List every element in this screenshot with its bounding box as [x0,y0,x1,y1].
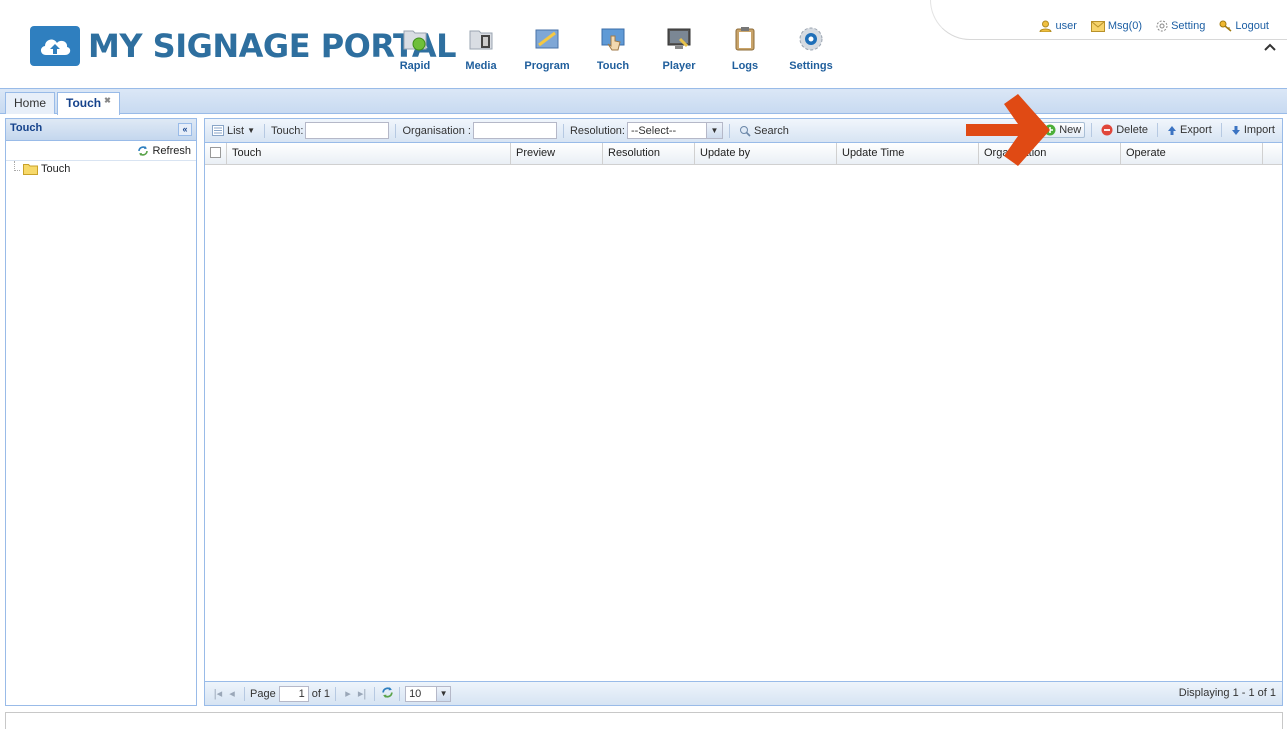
nav-logs[interactable]: Logs [712,24,778,72]
organisation-filter-label: Organisation : [402,124,471,137]
touch-icon [598,24,628,54]
pagination-bar: |◂ ◂ Page 1 of 1 ▸ ▸| 10 ▼ Displaying 1 … [205,681,1282,705]
nav-settings[interactable]: Settings [778,24,844,72]
nav-program[interactable]: Program [514,24,580,72]
column-header-update-by[interactable]: Update by [695,143,837,165]
toolbar-separator [1157,123,1159,137]
chevron-up-icon [1264,43,1276,51]
toolbar-separator [729,123,730,138]
page-size-select[interactable]: 10 ▼ [405,685,452,702]
last-page-icon[interactable]: ▸| [355,687,369,700]
touch-grid: List ▼ Touch: Organisation : Resolution:… [204,118,1283,706]
chevron-down-icon: ▼ [706,123,722,138]
toolbar-separator [562,123,564,138]
nav-player[interactable]: Player [646,24,712,72]
refresh-tree-button[interactable]: Refresh [6,141,196,161]
resolution-select[interactable]: --Select-- ▼ [627,122,723,139]
app-header: MY SIGNAGE PORTAL Rapid Media Program To… [0,0,1287,88]
pager-separator [374,686,376,701]
cloud-upload-icon [30,26,80,66]
toolbar-separator [1220,123,1222,137]
list-view-button[interactable]: List ▼ [209,124,258,138]
pager-separator [399,686,401,701]
mail-icon [1090,20,1105,32]
column-header-preview[interactable]: Preview [511,143,603,165]
toolbar-separator [1091,123,1093,137]
import-icon [1231,125,1240,135]
media-icon [466,24,496,54]
pager-separator [335,686,337,701]
refresh-page-icon[interactable] [380,686,394,702]
delete-icon [1101,124,1113,136]
tree-line [14,161,20,171]
delete-button[interactable]: Delete [1098,123,1151,137]
grid-body [205,165,1282,681]
displaying-info: Displaying 1 - 1 of 1 [1178,687,1276,699]
user-icon [1039,20,1052,32]
page-number-input[interactable]: 1 [278,685,309,702]
grid-toolbar: List ▼ Touch: Organisation : Resolution:… [205,119,1282,143]
column-header-organisation[interactable]: Organisation [979,143,1121,165]
select-all-checkbox[interactable] [205,143,227,165]
player-icon [664,24,694,54]
export-icon [1168,125,1177,135]
grid-column-headers: Touch Preview Resolution Update by Updat… [205,143,1282,165]
rapid-icon [400,24,430,54]
main-nav: Rapid Media Program Touch Player Logs Se… [382,24,844,72]
export-button[interactable]: Export [1164,123,1215,137]
prev-page-icon[interactable]: ◂ [225,687,239,700]
next-page-icon[interactable]: ▸ [341,687,355,700]
top-links: user Msg(0) Setting Logout [1039,20,1269,32]
logout-link[interactable]: Logout [1219,20,1269,32]
tab-touch[interactable]: Touch ✖ [57,92,120,115]
touch-filter-input[interactable] [305,122,390,139]
logs-icon [730,24,760,54]
nav-rapid[interactable]: Rapid [382,24,448,72]
refresh-icon [138,145,149,156]
chevron-down-icon: ▼ [436,686,451,701]
tree-node-touch[interactable]: Touch [6,161,196,175]
collapse-panel-button[interactable]: « [178,123,192,136]
messages-link[interactable]: Msg(0) [1090,20,1142,32]
gear-icon [1156,20,1168,32]
resolution-filter-label: Resolution: [569,124,625,137]
column-header-operate[interactable]: Operate [1121,143,1263,165]
left-panel: Touch « Refresh Touch [5,118,197,706]
column-header-update-time[interactable]: Update Time [837,143,979,165]
column-header-touch[interactable]: Touch [227,143,511,165]
key-icon [1219,20,1232,32]
import-button[interactable]: Import [1228,123,1278,137]
footer-panel [5,712,1283,729]
list-icon [212,125,224,136]
close-tab-icon[interactable]: ✖ [104,96,111,105]
search-icon [740,125,751,137]
pager-separator [244,686,245,701]
nav-touch[interactable]: Touch [580,24,646,72]
nav-media[interactable]: Media [448,24,514,72]
toolbar-separator [264,123,266,138]
tab-home[interactable]: Home [5,92,56,114]
toolbar-separator [395,123,397,138]
folder-icon [23,164,38,175]
left-panel-header: Touch « [6,119,196,141]
first-page-icon[interactable]: |◂ [211,687,225,700]
user-link[interactable]: user [1039,20,1077,32]
organisation-filter-input[interactable] [472,122,557,139]
search-button[interactable]: Search [736,124,792,138]
toolbar-actions: New Delete Export Import [1040,122,1278,138]
touch-filter-label: Touch: [271,124,304,137]
setting-link[interactable]: Setting [1156,20,1205,32]
program-icon [532,24,562,54]
new-button[interactable]: New [1040,122,1086,138]
add-icon [1044,124,1056,136]
collapse-header-button[interactable] [1263,40,1277,54]
dropdown-caret-icon: ▼ [247,126,256,135]
column-header-resolution[interactable]: Resolution [603,143,695,165]
tab-bar: Home Touch ✖ [0,88,1287,115]
settings-icon [796,24,826,54]
